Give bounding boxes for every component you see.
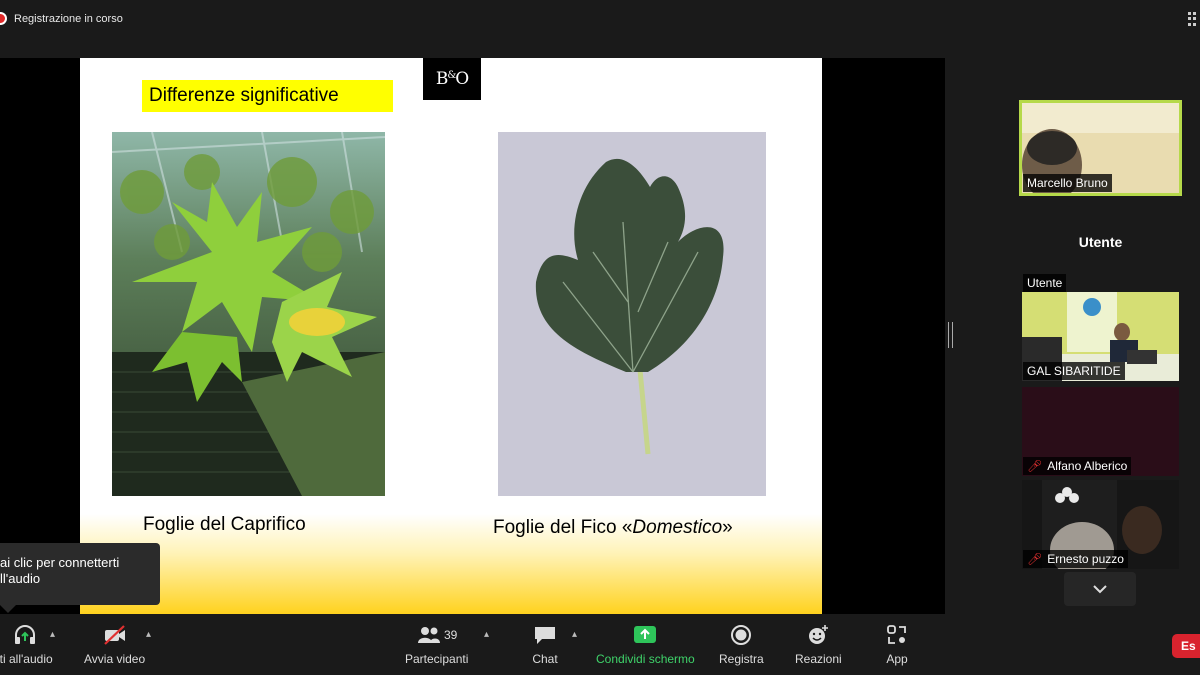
participant-name-label: Utente — [1023, 274, 1067, 292]
join-audio-label: iti all'audio — [0, 652, 53, 666]
share-screen-button[interactable]: Condividi schermo — [596, 623, 695, 666]
participant-tile-ernesto[interactable]: 🎤︎ Ernesto puzzo — [1022, 480, 1179, 569]
participants-button[interactable]: 39 Partecipanti — [405, 623, 468, 666]
start-video-button[interactable]: Avvia video — [84, 623, 145, 666]
apps-label: App — [886, 652, 908, 666]
share-screen-icon — [634, 626, 657, 643]
shared-screen: Differenze significative B & O Foglie de… — [0, 58, 945, 614]
reactions-icon — [809, 625, 829, 644]
scroll-down-button[interactable] — [1064, 572, 1136, 606]
participants-icon — [418, 627, 440, 643]
participants-label: Partecipanti — [405, 652, 469, 666]
participant-name-label: Marcello Bruno — [1023, 174, 1112, 192]
reactions-label: Reazioni — [795, 652, 842, 666]
chat-label: Chat — [532, 652, 558, 666]
apps-button[interactable]: App — [884, 623, 910, 666]
participants-count: 39 — [444, 628, 458, 642]
panel-resize-handle[interactable] — [948, 322, 953, 348]
participant-name-label: 🎤︎ Alfano Alberico — [1023, 457, 1132, 475]
reactions-button[interactable]: Reazioni — [795, 623, 842, 666]
caprifico-leaf-photo — [112, 132, 385, 496]
end-meeting-button[interactable]: Es — [1172, 634, 1200, 658]
participant-tile-marcello[interactable]: Marcello Bruno — [1019, 100, 1182, 196]
participant-tile-utente[interactable]: Utente Utente — [1022, 204, 1179, 293]
chevron-down-icon — [1093, 585, 1107, 594]
apps-icon — [887, 625, 906, 644]
audio-tooltip: ai clic per connetterti ll'audio — [0, 543, 160, 613]
record-button[interactable]: Registra — [719, 623, 764, 666]
video-options-caret[interactable]: ▴ — [146, 629, 151, 640]
participant-name-label: 🎤︎ Ernesto puzzo — [1023, 550, 1128, 568]
participant-tile-alfano[interactable]: 🎤︎ Alfano Alberico — [1022, 387, 1179, 476]
chat-options-caret[interactable]: ▴ — [572, 629, 577, 640]
caption-domestico: Foglie del Fico «Domestico» — [493, 517, 733, 538]
start-video-label: Avvia video — [84, 652, 146, 666]
headphones-icon — [14, 625, 35, 644]
muted-mic-icon: 🎤︎ — [1027, 459, 1043, 473]
share-screen-label: Condividi schermo — [596, 652, 695, 666]
presenter-logo: B & O — [423, 58, 481, 100]
recording-indicator[interactable]: Registrazione in corso — [0, 12, 123, 25]
record-icon — [0, 12, 7, 25]
participant-display-name: Utente — [1078, 234, 1123, 250]
video-off-icon — [103, 625, 125, 645]
caption-caprifico: Foglie del Caprifico — [143, 514, 306, 535]
participant-tile-gal-sibaritide[interactable]: GAL SIBARITIDE — [1022, 292, 1179, 381]
record-label: Registra — [719, 652, 764, 666]
participant-name-label: GAL SIBARITIDE — [1023, 362, 1125, 380]
slide-title: Differenze significative — [142, 80, 393, 112]
meeting-toolbar: iti all'audio ▴ Avvia video ▴ 39 Parteci… — [0, 615, 1200, 675]
chat-icon — [535, 627, 555, 644]
audio-options-caret[interactable]: ▴ — [50, 629, 55, 640]
participants-options-caret[interactable]: ▴ — [484, 629, 489, 640]
presentation-slide: Differenze significative B & O Foglie de… — [80, 58, 822, 614]
muted-mic-icon: 🎤︎ — [1027, 552, 1043, 566]
recording-label: Registrazione in corso — [14, 12, 123, 25]
record-icon — [731, 625, 752, 645]
join-audio-button[interactable]: iti all'audio — [0, 623, 53, 666]
chat-button[interactable]: Chat — [532, 623, 558, 666]
top-bar: Registrazione in corso — [0, 0, 1200, 40]
domestico-leaf-photo — [498, 132, 766, 496]
view-grid-icon[interactable] — [1188, 12, 1200, 26]
